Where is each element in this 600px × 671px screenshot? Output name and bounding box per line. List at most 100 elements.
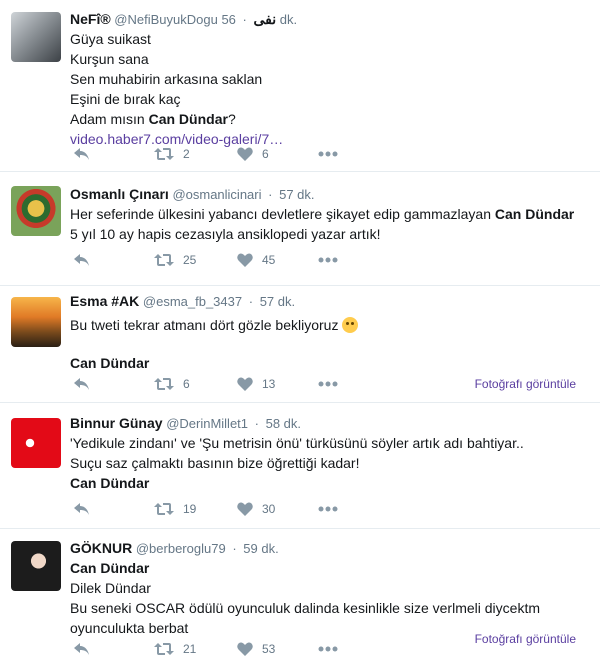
- retweet-button[interactable]: 19: [154, 499, 196, 519]
- retweet-icon: [154, 378, 174, 390]
- tweet-text-fragment: ?: [227, 111, 236, 127]
- like-button[interactable]: 6: [237, 144, 269, 164]
- like-button[interactable]: 53: [237, 639, 275, 659]
- like-count: 13: [262, 377, 276, 391]
- tweet-header: NeFî® @NefiBuyukDogu نفی · 56 dk.: [70, 9, 590, 29]
- more-button[interactable]: [318, 639, 338, 659]
- tweet-line: Dilek Dündar: [70, 580, 151, 596]
- user-handle[interactable]: @esma_fb_3437: [143, 294, 242, 309]
- tweet-line: Bu seneki OSCAR ödülü oyunculuk dalinda …: [70, 600, 540, 616]
- separator-dot: ·: [248, 294, 254, 309]
- tweet-line: Eşini de bırak kaç: [70, 91, 181, 107]
- more-icon: [318, 646, 338, 652]
- tweet-line: Suçu saz çalmaktı basının bize öğrettiği…: [70, 455, 360, 471]
- tweet[interactable]: Binnur Günay @DerinMillet1 · 58 dk. 'Yed…: [0, 403, 600, 529]
- view-photo-link[interactable]: Fotoğrafı görüntüle: [475, 629, 576, 649]
- reply-button[interactable]: [73, 499, 91, 519]
- more-icon: [318, 151, 338, 157]
- separator-dot: ·: [232, 541, 237, 556]
- tweet-text: Can Dündar Dilek Dündar Bu seneki OSCAR …: [70, 558, 590, 638]
- tweet-header: GÖKNUR @berberoglu79 · 59 dk.: [70, 538, 590, 558]
- reply-icon: [74, 503, 89, 515]
- like-icon: [237, 377, 253, 391]
- tweet-time[interactable]: 57 dk.: [260, 294, 295, 309]
- user-handle[interactable]: @DerinMillet1: [166, 416, 248, 431]
- tweet-actions: 6 13 Fotoğrafı görüntüle: [70, 374, 590, 394]
- retweet-icon: [154, 503, 174, 515]
- tweet-text-fragment: Her seferinde ülkesini yabancı devletler…: [70, 206, 495, 222]
- retweet-icon: [154, 148, 174, 160]
- tweet-content: Binnur Günay @DerinMillet1 · 58 dk. 'Yed…: [70, 413, 590, 493]
- more-button[interactable]: [318, 144, 338, 164]
- tweet[interactable]: Esma #AK @esma_fb_3437 · 57 dk. Bu tweti…: [0, 286, 600, 403]
- like-icon: [237, 502, 253, 516]
- tweet-line: Güya suikast: [70, 31, 151, 47]
- reply-icon: [74, 378, 89, 390]
- avatar[interactable]: [11, 12, 61, 62]
- view-photo-link[interactable]: Fotoğrafı görüntüle: [475, 374, 576, 394]
- mention-highlight: Can Dündar: [494, 206, 575, 222]
- mention-highlight: Can Dündar: [148, 111, 228, 127]
- tweet-time[interactable]: 57 dk.: [279, 187, 314, 202]
- tweet-text: Her seferinde ülkesini yabancı devletler…: [70, 204, 590, 244]
- avatar[interactable]: [11, 418, 61, 468]
- retweet-button[interactable]: 2: [154, 144, 190, 164]
- user-name[interactable]: NeFî®: [70, 11, 111, 27]
- more-button[interactable]: [318, 374, 338, 394]
- mention-highlight: Can Dündar: [70, 560, 150, 576]
- like-button[interactable]: 13: [237, 374, 275, 394]
- tweet[interactable]: GÖKNUR @berberoglu79 · 59 dk. Can Dündar…: [0, 529, 600, 671]
- like-button[interactable]: 30: [237, 499, 275, 519]
- tweet-content: GÖKNUR @berberoglu79 · 59 dk. Can Dündar…: [70, 538, 590, 638]
- tweet-text: 'Yedikule zindanı' ve 'Şu metrisin önü' …: [70, 433, 590, 493]
- more-icon: [318, 381, 338, 387]
- reply-button[interactable]: [73, 144, 91, 164]
- tweet-header: Esma #AK @esma_fb_3437 · 57 dk.: [70, 291, 590, 311]
- tweet-actions: 21 53 Fotoğrafı görüntüle: [70, 632, 590, 659]
- tweet-time[interactable]: 58 dk.: [266, 416, 301, 431]
- user-name[interactable]: Binnur Günay: [70, 415, 163, 431]
- reply-icon: [74, 148, 89, 160]
- user-handle[interactable]: @NefiBuyukDogu: [114, 12, 218, 27]
- separator-dot: ·: [268, 187, 273, 202]
- tweet-line: Sen muhabirin arkasına saklan: [70, 71, 263, 87]
- like-count: 53: [262, 642, 276, 656]
- like-button[interactable]: 45: [237, 250, 275, 270]
- like-count: 6: [262, 147, 269, 161]
- reply-button[interactable]: [73, 374, 91, 394]
- avatar[interactable]: [11, 297, 61, 347]
- timeline: NeFî® @NefiBuyukDogu نفی · 56 dk. Güya s…: [0, 0, 600, 671]
- tweet-actions: 19 30: [70, 499, 590, 519]
- tweet-line: Kurşun sana: [70, 51, 149, 67]
- like-icon: [237, 642, 253, 656]
- user-name[interactable]: Esma #AK: [70, 293, 139, 309]
- user-handle[interactable]: @berberoglu79: [136, 541, 226, 556]
- tweet-time[interactable]: 59 dk.: [243, 541, 278, 556]
- user-handle[interactable]: @osmanlicinari: [172, 187, 261, 202]
- mention-highlight: Can Dündar: [70, 475, 150, 491]
- tweet[interactable]: NeFî® @NefiBuyukDogu نفی · 56 dk. Güya s…: [0, 0, 600, 172]
- tweet[interactable]: Osmanlı Çınarı @osmanlicinari · 57 dk. H…: [0, 172, 600, 286]
- smiley-emoji-icon: [342, 317, 359, 333]
- like-icon: [237, 253, 253, 267]
- tweet-text-fragment: Adam mısın: [70, 111, 149, 127]
- avatar[interactable]: [11, 186, 61, 236]
- user-name[interactable]: Osmanlı Çınarı: [70, 186, 169, 202]
- avatar[interactable]: [11, 541, 61, 591]
- reply-button[interactable]: [73, 639, 91, 659]
- retweet-button[interactable]: 6: [154, 374, 190, 394]
- retweet-icon: [154, 254, 174, 266]
- reply-button[interactable]: [73, 250, 91, 270]
- retweet-icon: [154, 643, 174, 655]
- user-name[interactable]: GÖKNUR: [70, 540, 132, 556]
- reply-icon: [74, 254, 89, 266]
- tweet-line: 'Yedikule zindanı' ve 'Şu metrisin önü' …: [70, 435, 524, 451]
- more-button[interactable]: [318, 250, 338, 270]
- more-button[interactable]: [318, 499, 338, 519]
- retweet-button[interactable]: 25: [154, 250, 196, 270]
- retweet-count: 6: [183, 377, 190, 391]
- retweet-button[interactable]: 21: [154, 639, 196, 659]
- tweet-text-fragment: Bu tweti tekrar atmanı dört gözle bekliy…: [70, 317, 339, 333]
- tweet-line: Bu tweti tekrar atmanı dört gözle bekliy…: [70, 315, 590, 335]
- like-count: 30: [262, 502, 276, 516]
